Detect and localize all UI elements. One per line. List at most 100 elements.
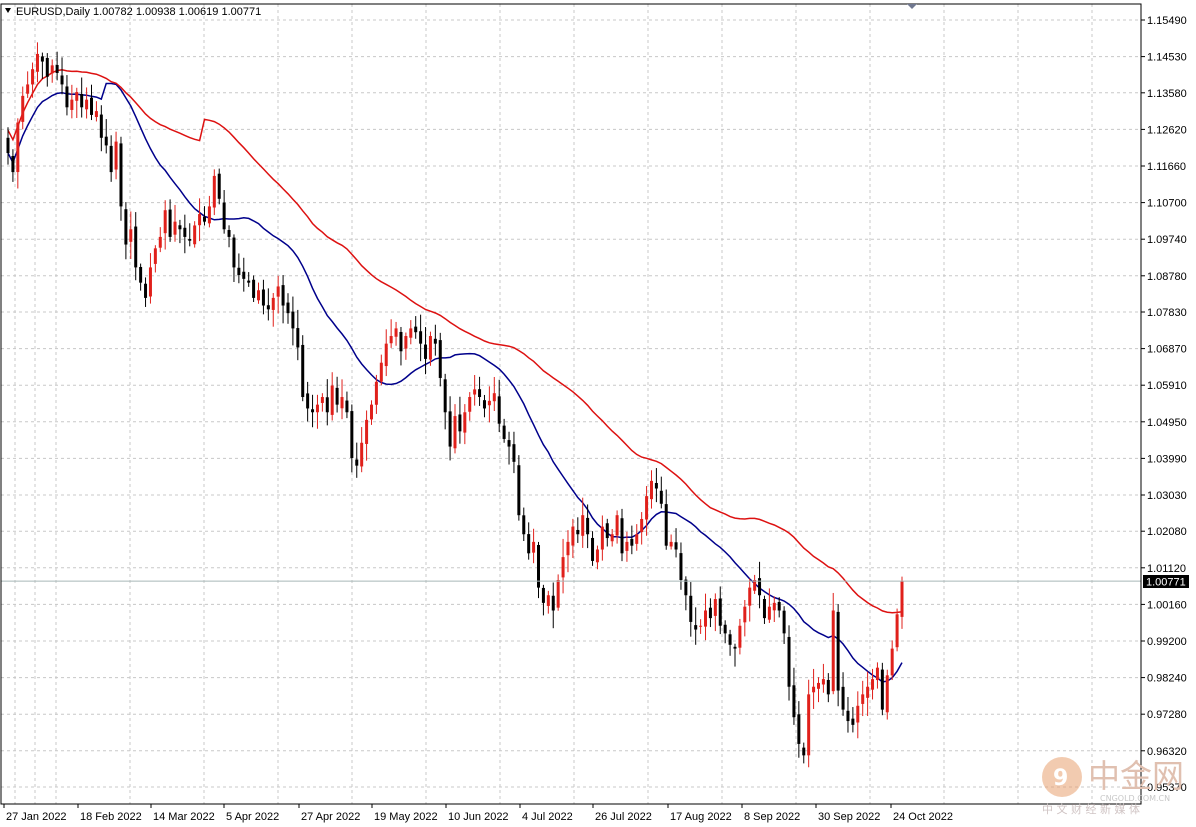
candle-body (153, 248, 157, 264)
candle-body (566, 541, 570, 556)
candle-body (340, 397, 344, 409)
candle-body (900, 581, 904, 617)
candle-body (831, 610, 835, 692)
candle-body (90, 97, 94, 115)
candle-body (374, 381, 378, 405)
y-tick-label: 1.03990 (1147, 453, 1187, 465)
current-price-badge: 1.00771 (1143, 575, 1189, 589)
candle-body (330, 385, 334, 415)
candle-body (527, 534, 531, 554)
candle-body (605, 523, 609, 539)
watermark-slogan: 中 文 财 经 新 媒 体 (1042, 802, 1140, 816)
candle-body (571, 526, 575, 546)
candle-body (114, 141, 118, 170)
candle-body (468, 397, 472, 412)
candle-body (40, 56, 44, 62)
candle-body (55, 64, 59, 73)
candle-body (365, 419, 369, 444)
candle-body (748, 587, 752, 606)
y-tick-label: 1.11660 (1147, 161, 1186, 173)
candle-body (119, 143, 123, 207)
candle-body (816, 682, 820, 689)
candle-body (581, 515, 585, 536)
candle-body (11, 155, 15, 173)
current-price-label: 1.00771 (1146, 577, 1186, 589)
candle-body (252, 279, 256, 298)
y-tick-label: 1.05910 (1147, 380, 1187, 392)
candle-body (836, 611, 840, 691)
candle-body (335, 387, 339, 405)
candle-body (777, 602, 781, 611)
x-tick-label: 8 Sep 2022 (744, 811, 800, 823)
price-chart[interactable]: 1.15490 1.14530 1.13580 1.12620 1.11660 1.107… (0, 0, 1196, 827)
y-tick-label: 1.15490 (1147, 15, 1187, 27)
y-tick-label: 1.07830 (1147, 307, 1187, 319)
candle-body (826, 679, 830, 695)
candle-body (851, 718, 855, 725)
candle-body (453, 416, 457, 449)
candle-body (743, 606, 747, 623)
candle-body (546, 595, 550, 606)
candle-body (463, 412, 467, 433)
candle-body (271, 297, 275, 310)
candle-body (129, 229, 133, 242)
candle-body (767, 606, 771, 620)
candle-body (350, 411, 354, 459)
candle-body (620, 518, 624, 554)
x-tick-label: 19 May 2022 (374, 811, 438, 823)
candle-body (144, 283, 148, 298)
y-tick-label: 1.08780 (1147, 271, 1187, 283)
candle-body (723, 624, 727, 634)
candle-body (75, 92, 79, 101)
candle-body (718, 598, 722, 626)
candle-body (586, 517, 590, 535)
candle-body (266, 305, 270, 310)
candle-body (645, 496, 649, 520)
candle-body (94, 111, 98, 118)
candle-body (478, 389, 482, 398)
candle-body (591, 537, 595, 561)
candle-body (45, 57, 49, 77)
candle-body (419, 331, 423, 344)
candle-body (625, 541, 629, 551)
x-tick-label: 5 Apr 2022 (226, 811, 279, 823)
candle-body (168, 209, 172, 237)
candle-body (193, 225, 197, 245)
candle-body (659, 490, 663, 504)
candle-body (104, 136, 108, 146)
candle-body (438, 340, 442, 378)
candle-body (704, 610, 708, 627)
candle-body (414, 326, 418, 333)
candle-body (532, 541, 536, 553)
candle-body (482, 400, 486, 409)
candle-body (595, 549, 599, 563)
candle-body (507, 440, 511, 447)
y-tick-label: 1.04950 (1147, 417, 1187, 429)
candle-body (163, 210, 167, 234)
y-tick-label: 1.06870 (1147, 344, 1187, 356)
y-tick-label: 1.03030 (1147, 490, 1187, 502)
candle-body (443, 379, 447, 413)
candle-body (669, 541, 673, 547)
candle-body (890, 648, 894, 676)
y-tick-label: 1.13580 (1147, 88, 1187, 100)
candle-body (80, 94, 84, 108)
x-tick-label: 17 Aug 2022 (670, 811, 732, 823)
candle-body (713, 599, 717, 616)
candle-body (649, 480, 653, 500)
candle-body (35, 53, 39, 72)
candle-body (379, 362, 383, 382)
candle-body (389, 336, 393, 344)
candle-body (512, 444, 516, 462)
candle-body (31, 69, 35, 85)
candle-body (846, 710, 850, 722)
candle-body (502, 425, 506, 439)
candle-body (654, 482, 658, 489)
candle-body (158, 236, 162, 248)
candle-body (202, 216, 206, 222)
candle-body (65, 86, 69, 108)
candle-body (207, 206, 211, 224)
candle-body (772, 602, 776, 611)
y-tick-label: 0.97280 (1147, 709, 1187, 721)
candle-body (497, 396, 501, 424)
